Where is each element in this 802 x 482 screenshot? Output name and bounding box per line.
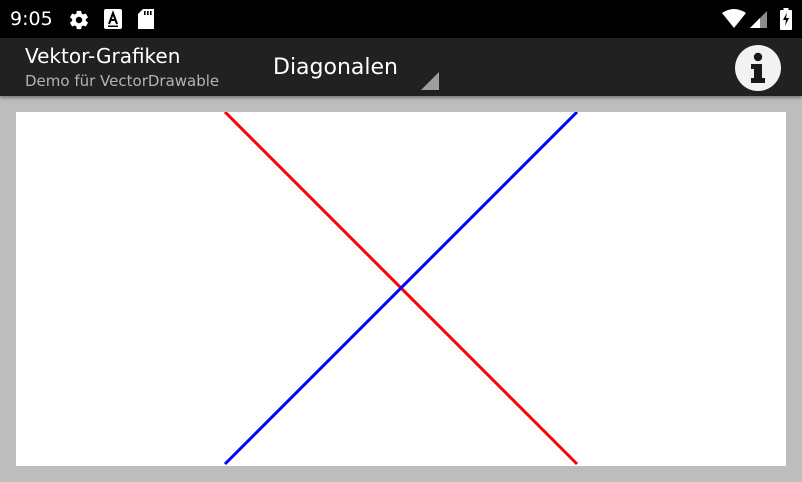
cell-signal-icon [750, 9, 768, 29]
battery-charging-icon [780, 8, 792, 30]
info-icon [743, 51, 773, 85]
sd-card-icon [138, 9, 154, 29]
spinner-dropdown-arrow-icon [421, 72, 439, 90]
info-button[interactable] [735, 45, 781, 91]
action-bar: Vektor-Grafiken Demo für VectorDrawable … [0, 38, 802, 96]
spinner-selected-value: Diagonalen [273, 55, 398, 80]
app-subtitle: Demo für VectorDrawable [25, 72, 220, 90]
wifi-icon [722, 9, 746, 29]
vector-drawing-canvas [16, 112, 786, 466]
vector-drawing [223, 112, 579, 466]
status-time: 9:05 [10, 8, 53, 30]
gear-icon [68, 9, 90, 31]
text-format-icon [104, 9, 122, 29]
app-title: Vektor-Grafiken [25, 44, 181, 68]
status-bar: 9:05 [0, 0, 802, 38]
drawing-selector-spinner[interactable]: Diagonalen [262, 42, 442, 92]
